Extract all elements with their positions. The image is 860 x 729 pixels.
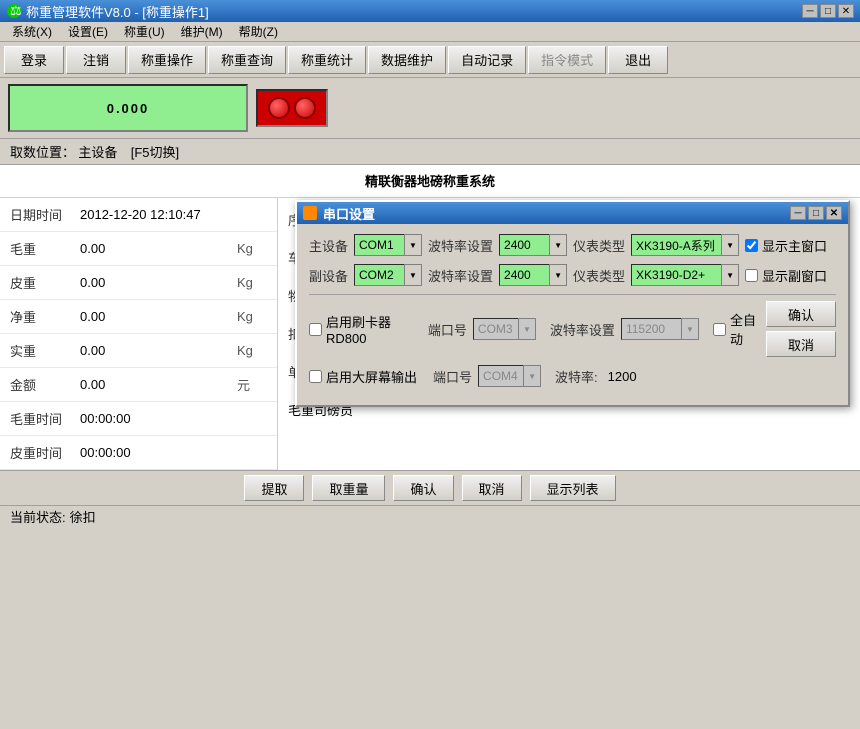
show-sub-checkbox[interactable] [745,269,758,282]
main-baud-label: 波特率设置 [428,236,493,255]
dialog-maximize-button[interactable]: □ [808,206,824,220]
main-device-label: 主设备 [309,236,348,255]
main-device-input[interactable] [354,234,404,256]
sub-device-combo[interactable]: ▼ [354,264,422,286]
auto-checkbox[interactable] [713,323,726,336]
show-main-checkbox[interactable] [745,239,758,252]
main-device-dropdown[interactable]: ▼ [404,234,422,256]
main-baud-dropdown[interactable]: ▼ [549,234,567,256]
big-screen-row: 启用大屏幕输出 端口号 ▼ 波特率: 1200 [309,365,836,387]
card-port-input[interactable] [473,318,518,340]
main-device-row: 主设备 ▼ 波特率设置 ▼ 仪表类型 ▼ 显示主窗口 [309,234,836,256]
card-port-combo[interactable]: ▼ [473,318,536,340]
dialog-divider-1 [309,294,836,295]
big-port-input[interactable] [478,365,523,387]
dialog-close-button[interactable]: ✕ [826,206,842,220]
sub-baud-combo[interactable]: ▼ [499,264,567,286]
card-baud-dropdown[interactable]: ▼ [681,318,699,340]
main-device-combo[interactable]: ▼ [354,234,422,256]
dialog-cancel-button[interactable]: 取消 [766,331,836,357]
serial-port-dialog: 串口设置 ─ □ ✕ 主设备 ▼ 波特率设置 ▼ [295,200,850,407]
card-baud-label: 波特率设置 [550,320,615,339]
sub-baud-input[interactable] [499,264,549,286]
card-baud-combo[interactable]: ▼ [621,318,699,340]
auto-container[interactable]: 全自动 [713,310,760,348]
big-baud-label: 波特率: [555,367,598,386]
card-reader-checkbox[interactable] [309,323,322,336]
sub-device-label: 副设备 [309,266,348,285]
show-main-label: 显示主窗口 [762,236,827,255]
sub-baud-dropdown[interactable]: ▼ [549,264,567,286]
dialog-content: 主设备 ▼ 波特率设置 ▼ 仪表类型 ▼ 显示主窗口 [297,224,848,405]
big-port-dropdown[interactable]: ▼ [523,365,541,387]
dialog-title-bar: 串口设置 ─ □ ✕ [297,202,848,224]
dialog-icon [303,206,317,220]
sub-device-dropdown[interactable]: ▼ [404,264,422,286]
big-screen-label: 启用大屏幕输出 [326,367,417,386]
card-port-label: 端口号 [428,320,467,339]
auto-label: 全自动 [730,310,760,348]
main-instr-dropdown[interactable]: ▼ [721,234,739,256]
show-sub-container[interactable]: 显示副窗口 [745,266,827,285]
dialog-overlay: 串口设置 ─ □ ✕ 主设备 ▼ 波特率设置 ▼ [0,0,860,729]
main-instr-input[interactable] [631,234,721,256]
show-main-container[interactable]: 显示主窗口 [745,236,827,255]
sub-device-input[interactable] [354,264,404,286]
dialog-ok-button[interactable]: 确认 [766,301,836,327]
card-baud-input[interactable] [621,318,681,340]
big-screen-checkbox[interactable] [309,370,322,383]
dialog-title-text: 串口设置 [323,204,790,223]
big-port-label: 端口号 [433,367,472,386]
card-port-dropdown[interactable]: ▼ [518,318,536,340]
big-screen-container[interactable]: 启用大屏幕输出 [309,367,417,386]
sub-instr-label: 仪表类型 [573,266,625,285]
sub-baud-label: 波特率设置 [428,266,493,285]
big-baud-value: 1200 [608,369,637,384]
main-instr-combo[interactable]: ▼ [631,234,739,256]
main-instr-label: 仪表类型 [573,236,625,255]
sub-instr-combo[interactable]: ▼ [631,264,739,286]
show-sub-label: 显示副窗口 [762,266,827,285]
dialog-minimize-button[interactable]: ─ [790,206,806,220]
sub-instr-input[interactable] [631,264,721,286]
main-baud-input[interactable] [499,234,549,256]
sub-device-row: 副设备 ▼ 波特率设置 ▼ 仪表类型 ▼ 显示副窗口 [309,264,836,286]
main-baud-combo[interactable]: ▼ [499,234,567,256]
card-reader-row: 启用刷卡器RD800 端口号 ▼ 波特率设置 ▼ 全自动 确认 [309,301,836,357]
card-reader-container[interactable]: 启用刷卡器RD800 [309,312,412,346]
card-reader-label: 启用刷卡器RD800 [326,312,412,346]
sub-instr-dropdown[interactable]: ▼ [721,264,739,286]
big-port-combo[interactable]: ▼ [478,365,541,387]
